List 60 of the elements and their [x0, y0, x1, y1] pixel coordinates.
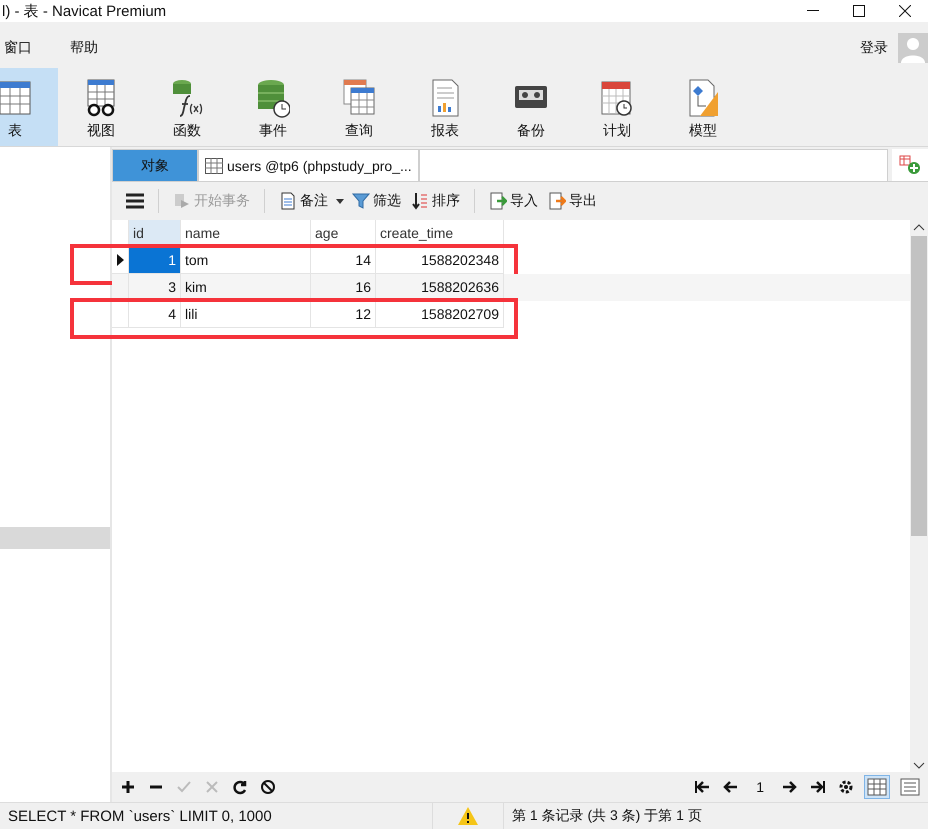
minimize-icon — [807, 10, 819, 12]
toolbar-button[interactable]: 导出 — [546, 192, 599, 210]
check-icon — [176, 779, 192, 795]
export-icon — [548, 192, 566, 210]
toolbar-button[interactable]: 模型 — [660, 68, 746, 146]
toolbar-button[interactable]: 排序 — [409, 192, 462, 210]
form-view-button[interactable] — [898, 776, 922, 798]
filter-icon — [352, 192, 370, 210]
table-cell: 16 — [311, 274, 376, 301]
play-icon — [173, 192, 191, 210]
caret-icon[interactable] — [336, 198, 344, 204]
refresh-icon — [232, 779, 248, 795]
table-cell: 4 — [129, 301, 181, 328]
toolbar-button[interactable]: 筛选 — [350, 192, 403, 210]
table-cell: lili — [181, 301, 311, 328]
minus-icon — [148, 785, 164, 789]
toolbar-button[interactable]: 事件 — [230, 68, 316, 146]
sql-query-text: SELECT * FROM `users` LIMIT 0, 1000 — [7, 808, 273, 824]
toolbar-button[interactable]: 备份 — [488, 68, 574, 146]
warning-icon — [457, 806, 479, 826]
toolbar-button[interactable]: 视图 — [58, 68, 144, 146]
last-page-button[interactable] — [808, 778, 828, 796]
stop-icon — [260, 779, 276, 795]
tab[interactable]: users @tp6 (phpstudy_pro_... — [198, 149, 419, 181]
toolbar-button[interactable]: 表 — [0, 68, 58, 146]
page-number[interactable]: 1 — [748, 779, 772, 795]
scrollbar-thumb[interactable] — [911, 236, 927, 536]
table-cell: 1 — [129, 247, 181, 274]
grid-view-button[interactable] — [864, 775, 890, 799]
toolbar-button[interactable]: 报表 — [402, 68, 488, 146]
plus-icon — [120, 779, 136, 795]
import-icon — [489, 192, 507, 210]
database-clock-icon — [256, 78, 290, 118]
sort-icon — [411, 192, 429, 210]
stop-button[interactable] — [258, 777, 278, 797]
new-tab-button[interactable] — [892, 149, 928, 181]
record-count-text: 第 1 条记录 (共 3 条) 于第 1 页 — [511, 807, 702, 825]
close-icon — [204, 779, 220, 795]
menu-item[interactable]: 窗口 — [4, 39, 32, 57]
window-title: l) - 表 - Navicat Premium — [2, 2, 166, 20]
table-cell: 12 — [311, 301, 376, 328]
maximize-icon — [853, 5, 865, 17]
close-icon — [899, 5, 911, 17]
login-link[interactable]: 登录 — [860, 39, 888, 57]
menu-icon[interactable] — [124, 191, 146, 211]
table-cell: 1588202636 — [376, 274, 504, 301]
toolbar-button[interactable]: 备注 — [277, 192, 330, 210]
toolbar-button[interactable]: 计划 — [574, 68, 660, 146]
toolbar-button[interactable]: 函数 — [144, 68, 230, 146]
menu-item[interactable]: 帮助 — [70, 39, 98, 57]
table-cell: kim — [181, 274, 311, 301]
toolbar-button[interactable]: 导入 — [487, 192, 540, 210]
table-icon — [205, 158, 223, 174]
tab[interactable]: 对象 — [112, 149, 198, 181]
add-table-icon — [899, 155, 921, 175]
document-icon — [279, 192, 297, 210]
function-icon — [170, 78, 204, 118]
table-cell: 3 — [129, 274, 181, 301]
toolbar-button[interactable]: 查询 — [316, 68, 402, 146]
table-cell: 1588202709 — [376, 301, 504, 328]
